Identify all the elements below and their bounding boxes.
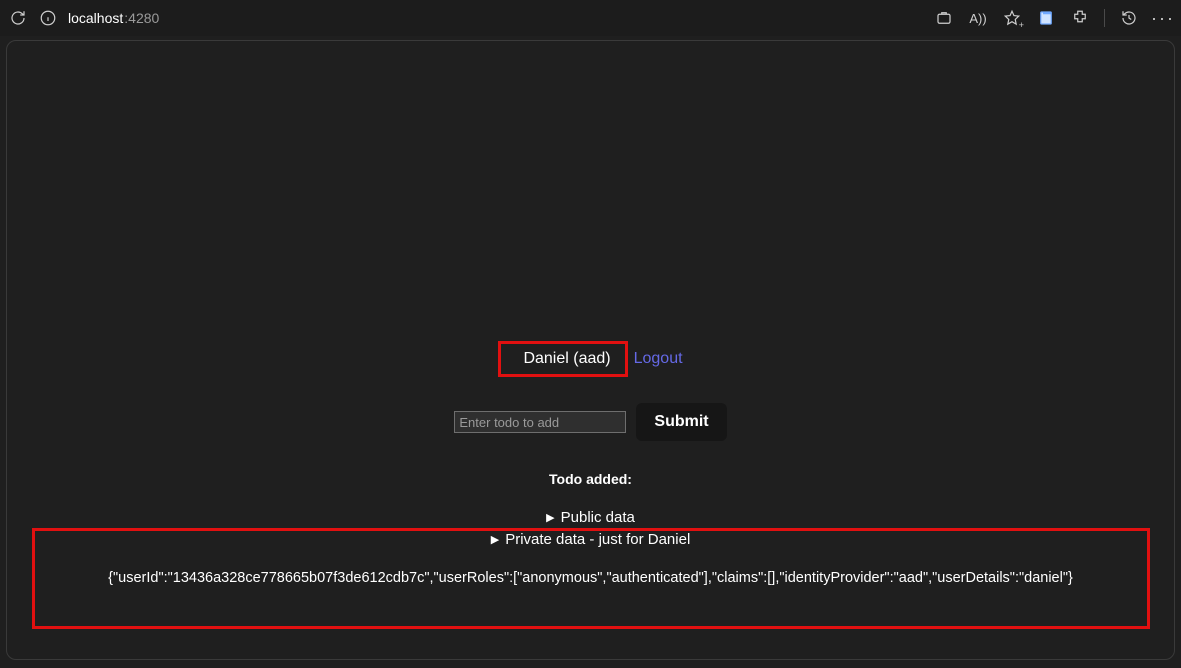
disclosure-triangle-icon: ▶ xyxy=(546,511,554,524)
user-row: Daniel (aad) Logout xyxy=(498,341,682,377)
address-bar[interactable]: localhost:4280 xyxy=(68,10,159,26)
user-highlight-box: Daniel (aad) xyxy=(498,341,627,377)
user-json-output: {"userId":"13436a328ce778665b07f3de612cd… xyxy=(108,570,1073,586)
page-viewport: Daniel (aad) Logout Submit Todo added: ▶… xyxy=(6,40,1175,660)
public-data-label: Public data xyxy=(561,509,635,526)
refresh-icon[interactable] xyxy=(8,8,28,28)
app-available-icon[interactable] xyxy=(934,8,954,28)
url-host: localhost xyxy=(68,10,123,26)
logout-link[interactable]: Logout xyxy=(634,350,683,368)
public-data-summary[interactable]: ▶ Public data xyxy=(546,509,635,526)
site-info-icon[interactable] xyxy=(38,8,58,28)
more-icon[interactable]: ··· xyxy=(1153,8,1173,28)
private-highlight-box: ▶ Private data - just for Daniel {"userI… xyxy=(32,528,1150,629)
collections-icon[interactable] xyxy=(1036,8,1056,28)
submit-button[interactable]: Submit xyxy=(636,403,726,441)
todo-input[interactable] xyxy=(454,411,626,433)
history-icon[interactable] xyxy=(1119,8,1139,28)
toolbar-divider xyxy=(1104,9,1105,27)
private-data-label: Private data - just for Daniel xyxy=(505,531,690,548)
extensions-icon[interactable] xyxy=(1070,8,1090,28)
private-data-summary[interactable]: ▶ Private data - just for Daniel xyxy=(491,531,691,548)
favorites-star-icon[interactable]: + xyxy=(1002,8,1022,28)
read-aloud-icon[interactable]: A)) xyxy=(968,8,988,28)
user-label: Daniel (aad) xyxy=(523,350,610,367)
page-content: Daniel (aad) Logout Submit Todo added: ▶… xyxy=(7,341,1174,629)
disclosure-triangle-icon: ▶ xyxy=(491,533,499,546)
url-port: :4280 xyxy=(124,10,159,26)
todo-added-label: Todo added: xyxy=(549,471,632,487)
todo-form: Submit xyxy=(454,403,726,441)
browser-toolbar: localhost:4280 A)) + ··· xyxy=(0,0,1181,36)
